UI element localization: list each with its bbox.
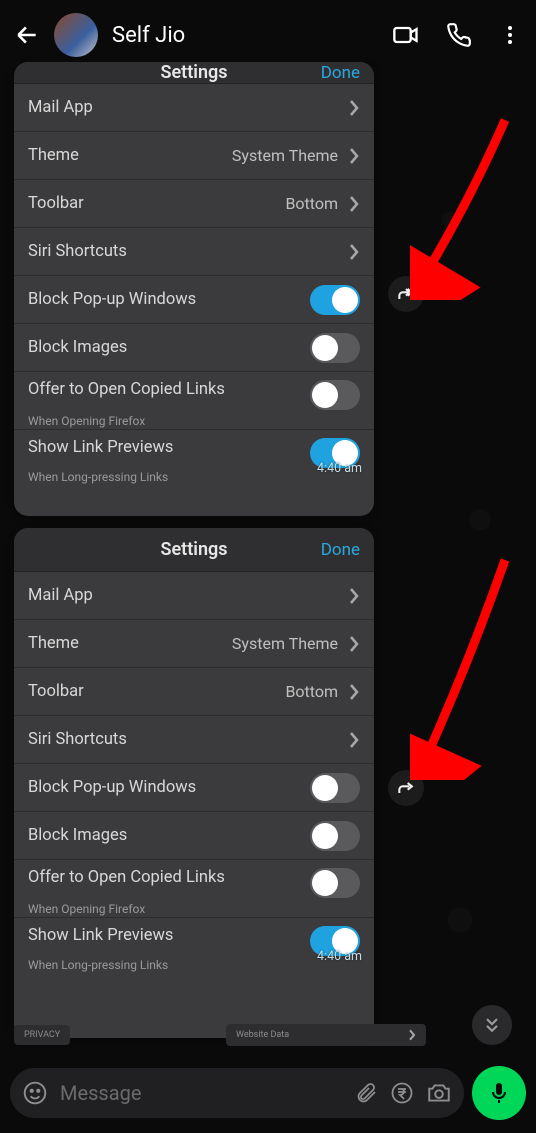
message-bubble[interactable]: Settings Done Mail App Theme System Them… (14, 528, 374, 1038)
mini-label-text: Website Data (236, 1030, 289, 1040)
settings-header: Settings Done (14, 62, 374, 84)
toggle-switch (310, 285, 360, 315)
row-label: Theme (28, 634, 79, 653)
row-sublabel: When Long-pressing Links (28, 958, 360, 972)
row-sublabel: When Opening Firefox (28, 902, 360, 916)
voice-call-icon[interactable] (446, 22, 472, 48)
row-sublabel: When Long-pressing Links (28, 470, 360, 484)
more-options-icon[interactable] (498, 23, 522, 47)
settings-row-copied: Offer to Open Copied Links When Opening … (14, 372, 374, 430)
row-label: Block Pop-up Windows (28, 290, 196, 309)
settings-row-theme: Theme System Theme (14, 620, 374, 668)
contact-avatar[interactable] (54, 13, 98, 57)
row-label: Siri Shortcuts (28, 242, 127, 261)
row-label: Mail App (28, 586, 93, 605)
row-label: Mail App (28, 98, 93, 117)
row-label: Theme (28, 146, 79, 165)
chat-header: Self Jio (0, 0, 536, 70)
settings-row-mail: Mail App (14, 84, 374, 132)
settings-title: Settings (161, 539, 228, 560)
settings-row-images: Block Images (14, 812, 374, 860)
settings-row-popup: Block Pop-up Windows (14, 764, 374, 812)
mic-button[interactable] (472, 1066, 526, 1120)
emoji-icon[interactable] (22, 1080, 48, 1106)
row-label: Offer to Open Copied Links (28, 380, 225, 399)
row-value: System Theme (232, 634, 338, 653)
message-bubble[interactable]: Settings Done Mail App Theme System Them… (14, 62, 374, 516)
settings-row-siri: Siri Shortcuts (14, 716, 374, 764)
done-button: Done (321, 63, 360, 83)
settings-title: Settings (161, 62, 228, 83)
settings-row-images: Block Images (14, 324, 374, 372)
row-label: Show Link Previews (28, 438, 173, 457)
row-label: Toolbar (28, 194, 84, 213)
toggle-switch (310, 868, 360, 898)
message-timestamp: 4:40 am (317, 461, 362, 476)
row-label: Show Link Previews (28, 926, 173, 945)
toggle-switch (310, 821, 360, 851)
forward-button[interactable] (388, 770, 424, 806)
message-timestamp: 4:40 am (317, 949, 362, 964)
settings-row-popup: Block Pop-up Windows (14, 276, 374, 324)
row-value: System Theme (232, 146, 338, 165)
partial-message-strip: PRIVACY Website Data (14, 1021, 426, 1049)
settings-row-mail: Mail App (14, 572, 374, 620)
settings-row-preview: Show Link Previews When Long-pressing Li… (14, 918, 374, 970)
settings-row-theme: Theme System Theme (14, 132, 374, 180)
settings-row-copied: Offer to Open Copied Links When Opening … (14, 860, 374, 918)
chevron-right-icon (348, 731, 360, 749)
toggle-switch (310, 333, 360, 363)
camera-icon[interactable] (426, 1080, 452, 1106)
toggle-switch (310, 380, 360, 410)
chevron-right-icon (348, 587, 360, 605)
row-label: Offer to Open Copied Links (28, 868, 225, 887)
row-label: Block Images (28, 826, 127, 845)
message-input[interactable]: Message (10, 1068, 464, 1118)
row-label: Siri Shortcuts (28, 730, 127, 749)
mini-label-privacy: PRIVACY (14, 1025, 70, 1045)
settings-header: Settings Done (14, 528, 374, 572)
settings-row-siri: Siri Shortcuts (14, 228, 374, 276)
settings-row-toolbar: Toolbar Bottom (14, 668, 374, 716)
video-call-icon[interactable] (392, 21, 420, 49)
annotation-arrow (410, 550, 520, 780)
chevron-right-icon (348, 99, 360, 117)
done-button: Done (321, 540, 360, 560)
chevron-right-icon (348, 635, 360, 653)
chevron-right-icon (348, 147, 360, 165)
messages-container: Settings Done Mail App Theme System Them… (0, 70, 536, 1053)
chevron-right-icon (348, 195, 360, 213)
chevron-right-icon (348, 683, 360, 701)
message-input-bar: Message (0, 1053, 536, 1133)
settings-row-toolbar: Toolbar Bottom (14, 180, 374, 228)
row-value: Bottom (285, 682, 338, 701)
rupee-icon[interactable] (390, 1081, 414, 1105)
forward-button[interactable] (388, 276, 424, 312)
chevron-right-icon (408, 1029, 416, 1041)
row-label: Block Images (28, 338, 127, 357)
annotation-arrow (410, 110, 520, 300)
settings-row-preview: Show Link Previews When Long-pressing Li… (14, 430, 374, 482)
toggle-switch (310, 773, 360, 803)
row-label: Toolbar (28, 682, 84, 701)
back-button[interactable] (14, 22, 40, 48)
row-value: Bottom (285, 194, 338, 213)
row-sublabel: When Opening Firefox (28, 414, 360, 428)
contact-name[interactable]: Self Jio (112, 23, 378, 48)
row-label: Block Pop-up Windows (28, 778, 196, 797)
chevron-right-icon (348, 243, 360, 261)
scroll-to-bottom-button[interactable] (472, 1005, 512, 1045)
message-placeholder: Message (60, 1081, 342, 1105)
mini-label-website-data: Website Data (226, 1024, 426, 1046)
attach-icon[interactable] (354, 1081, 378, 1105)
